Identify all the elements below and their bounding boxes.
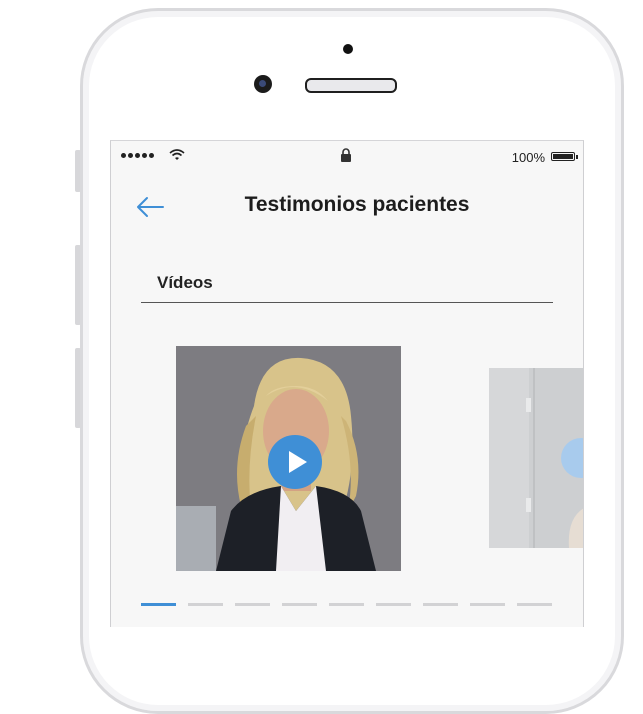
pagination-dot-5[interactable]	[329, 603, 364, 606]
section-divider	[141, 302, 553, 303]
proximity-sensor	[343, 44, 353, 54]
wifi-icon	[169, 149, 185, 160]
pagination-dot-3[interactable]	[235, 603, 270, 606]
battery-tip	[576, 155, 578, 159]
pagination-dot-9[interactable]	[517, 603, 552, 606]
battery-icon	[551, 152, 575, 161]
front-camera-icon	[254, 75, 272, 93]
carousel-pagination	[141, 603, 552, 606]
page-title: Testimonios pacientes	[244, 193, 470, 216]
pagination-dot-4[interactable]	[282, 603, 317, 606]
next-video-thumbnail[interactable]	[489, 368, 583, 548]
lock-icon	[341, 148, 351, 162]
signal-strength-icon	[121, 153, 154, 158]
battery-percentage: 100%	[511, 150, 545, 165]
pagination-dot-1[interactable]	[141, 603, 176, 606]
pagination-dot-6[interactable]	[376, 603, 411, 606]
earpiece-speaker	[305, 78, 397, 93]
pagination-dot-2[interactable]	[188, 603, 223, 606]
video-thumbnail[interactable]	[176, 346, 401, 571]
status-bar: 100%	[111, 141, 583, 175]
section-label-videos: Vídeos	[157, 273, 213, 292]
pagination-dot-7[interactable]	[423, 603, 458, 606]
pagination-dot-8[interactable]	[470, 603, 505, 606]
phone-screen: 100% Testimonios pacientes Vídeos	[110, 140, 584, 627]
play-button-icon[interactable]	[268, 435, 322, 489]
